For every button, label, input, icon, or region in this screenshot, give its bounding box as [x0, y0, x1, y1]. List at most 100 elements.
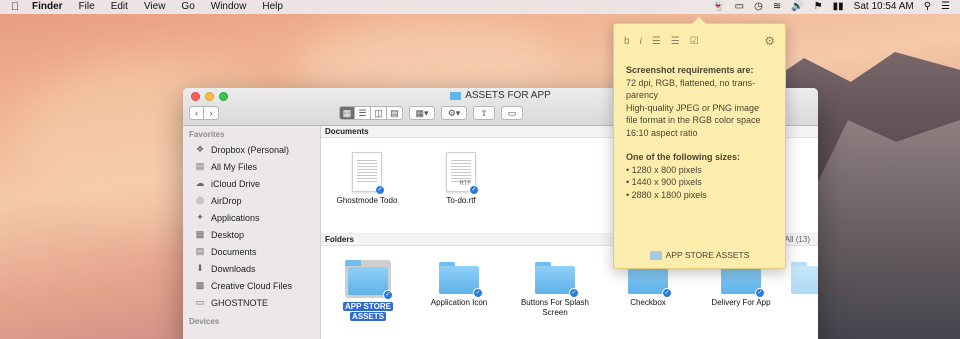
menu-file[interactable]: File: [71, 0, 103, 14]
cloud-icon: ☁: [195, 178, 205, 188]
sidebar-item-label: Downloads: [211, 263, 256, 274]
forward-button[interactable]: ›: [204, 106, 219, 120]
ghostnote-icon[interactable]: 👻: [712, 0, 724, 14]
menu-app-name[interactable]: Finder: [30, 0, 71, 14]
dropbox-icon: ❖: [195, 144, 205, 154]
sidebar-item-downloads[interactable]: ⬇ Downloads: [183, 260, 320, 277]
note-heading: Screenshot requirements are:: [626, 65, 754, 75]
menubar-clock[interactable]: Sat 10:54 AM: [854, 0, 914, 14]
note-folder-link[interactable]: APP STORE ASSETS: [614, 250, 785, 260]
tag-icon[interactable]: ▭: [501, 106, 523, 120]
sync-badge-icon: ✓: [383, 290, 393, 300]
document-item[interactable]: RTF ✓ To-do.rtf: [421, 152, 501, 206]
icon-view-icon[interactable]: ▦: [339, 106, 355, 120]
bold-button[interactable]: b: [624, 36, 630, 47]
sidebar-item-label: Documents: [211, 246, 257, 257]
numbered-list-icon[interactable]: ☰: [671, 36, 680, 47]
back-button[interactable]: ‹: [189, 106, 204, 120]
sync-badge-icon: ✓: [755, 288, 765, 298]
wifi-icon[interactable]: ≋: [773, 0, 781, 14]
apple-menu-icon[interactable]: : [0, 0, 30, 14]
document-name: To-do.rtf: [446, 196, 476, 205]
sidebar-item-label: GHOSTNOTE: [211, 297, 269, 308]
document-item[interactable]: ✓ Ghostmode Todo: [327, 152, 407, 206]
sidebar-item-airdrop[interactable]: ◎ AirDrop: [183, 192, 320, 209]
creative-cloud-icon: ▩: [195, 280, 205, 290]
sizes-list: 1280 x 800 pixels 1440 x 900 pixels 2880…: [626, 164, 773, 202]
folder-name: Checkbox: [630, 298, 666, 307]
folder-item[interactable]: ✓ Application Icon: [407, 262, 511, 308]
battery-icon[interactable]: ▮▮: [833, 0, 844, 14]
applications-icon: ✦: [196, 212, 204, 222]
folder-name: Delivery For App: [711, 298, 771, 307]
size-item: 1440 x 900 pixels: [626, 176, 773, 189]
note-line: 16:10 aspect ratio: [626, 127, 698, 138]
time-machine-icon[interactable]: ◷: [754, 0, 763, 14]
note-heading: One of the following sizes:: [626, 152, 741, 162]
arrange-button[interactable]: ▦▾: [409, 106, 435, 120]
folder-item[interactable]: ✓ Buttons For Splash Screen: [505, 262, 605, 318]
folder-name: Application Icon: [430, 298, 488, 307]
sidebar-item-label: Creative Cloud Files: [211, 280, 293, 291]
list-view-icon[interactable]: ☰: [355, 106, 371, 120]
sidebar-item-desktop[interactable]: ▩ Desktop: [183, 226, 320, 243]
folder-item-partial[interactable]: [791, 262, 818, 294]
sync-badge-icon: ✓: [469, 185, 479, 195]
folder-icon: ✓: [439, 262, 483, 298]
cover-flow-icon[interactable]: ▤: [387, 106, 403, 120]
sync-badge-icon: ✓: [569, 288, 579, 298]
menu-view[interactable]: View: [136, 0, 174, 14]
folder-name: Buttons For Splash Screen: [520, 298, 590, 317]
note-line: file format in the RGB color space: [626, 115, 761, 125]
sidebar-item-ghostnote[interactable]: ▭ GHOSTNOTE: [183, 294, 320, 311]
flag-icon[interactable]: ⚑: [814, 0, 823, 14]
spotlight-search-icon[interactable]: ⚲: [924, 0, 931, 14]
menu-edit[interactable]: Edit: [103, 0, 136, 14]
sidebar-item-label: AirDrop: [211, 195, 242, 206]
window-title-text: ASSETS FOR APP: [465, 90, 551, 101]
bulleted-list-icon[interactable]: ☰: [652, 36, 661, 47]
note-text[interactable]: Screenshot requirements are: 72 dpi, RGB…: [614, 48, 785, 201]
gear-icon[interactable]: ⚙: [764, 34, 775, 48]
share-icon[interactable]: ⇧: [473, 106, 495, 120]
menu-window[interactable]: Window: [203, 0, 255, 14]
desktop-icon: ▩: [195, 229, 205, 239]
note-line: parency: [626, 90, 659, 100]
sidebar-item-icloud[interactable]: ☁ iCloud Drive: [183, 175, 320, 192]
folder-icon: [791, 262, 818, 294]
notification-center-icon[interactable]: ☰: [941, 0, 950, 14]
menu-help[interactable]: Help: [254, 0, 291, 14]
note-line: 72 dpi, RGB, flattened, no trans-: [626, 77, 756, 88]
airdrop-icon: ◎: [196, 195, 204, 205]
drive-icon: ▭: [195, 297, 205, 307]
column-view-icon[interactable]: ◫: [371, 106, 387, 120]
document-icon: ✓: [352, 152, 385, 195]
sidebar-item-dropbox[interactable]: ❖ Dropbox (Personal): [183, 141, 320, 158]
sidebar-heading-devices: Devices: [189, 317, 220, 326]
checklist-icon[interactable]: ☑: [690, 36, 699, 47]
airplay-icon[interactable]: ▭: [735, 0, 744, 14]
view-mode-buttons: ▦ ☰ ◫ ▤: [339, 106, 403, 120]
sidebar: Favorites ❖ Dropbox (Personal) ▤ All My Fi…: [183, 126, 321, 339]
folder-icon: [450, 91, 462, 100]
documents-heading: Documents: [325, 127, 369, 136]
sidebar-item-label: Desktop: [211, 229, 245, 240]
note-folder-name: APP STORE ASSETS: [665, 250, 750, 260]
documents-icon: ▤: [195, 246, 205, 256]
note-line: High-quality JPEG or PNG image: [626, 102, 760, 113]
document-icon: RTF ✓: [446, 152, 479, 195]
sidebar-item-documents[interactable]: ▤ Documents: [183, 243, 320, 260]
menu-go[interactable]: Go: [173, 0, 202, 14]
sync-badge-icon: ✓: [662, 288, 672, 298]
volume-icon[interactable]: 🔊: [791, 0, 803, 14]
sidebar-item-applications[interactable]: ✦ Applications: [183, 209, 320, 226]
sidebar-item-creative-cloud[interactable]: ▩ Creative Cloud Files: [183, 277, 320, 294]
folder-item[interactable]: ✓ APP STORE ASSETS: [329, 260, 407, 322]
folder-icon: ✓: [535, 262, 579, 298]
sidebar-item-all-my-files[interactable]: ▤ All My Files: [183, 158, 320, 175]
show-all-link[interactable]: All (13): [785, 234, 810, 246]
action-gear-icon[interactable]: ⚙▾: [441, 106, 467, 120]
italic-button[interactable]: i: [640, 36, 642, 47]
nav-buttons: ‹ ›: [189, 106, 219, 120]
sync-badge-icon: ✓: [375, 185, 385, 195]
